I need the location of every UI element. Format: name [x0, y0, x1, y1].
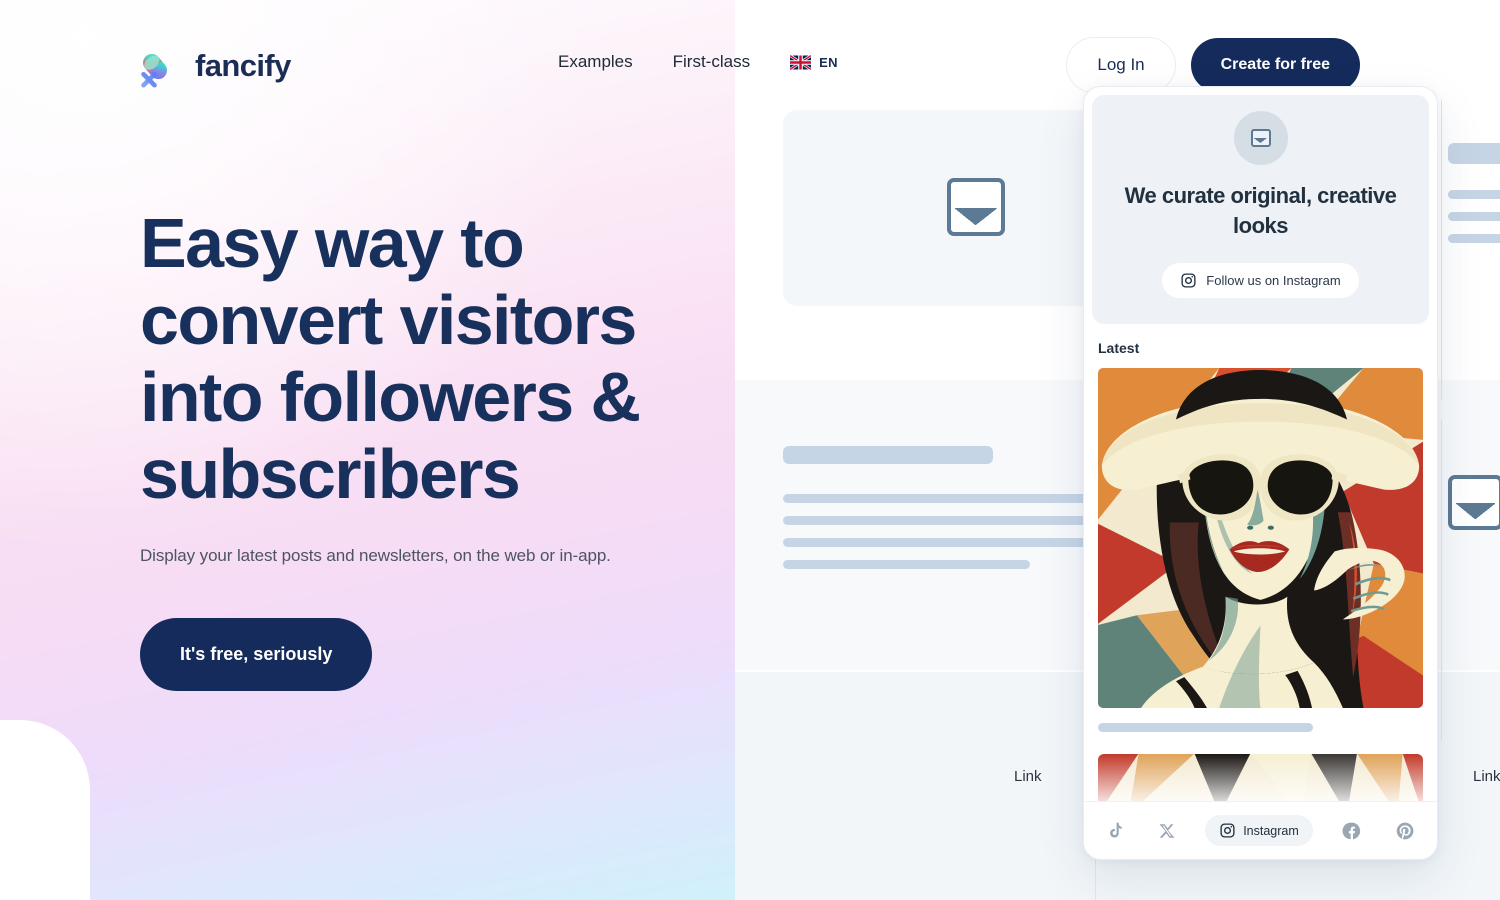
- hero-title-line: into followers &: [140, 358, 641, 436]
- tiktok-icon[interactable]: [1102, 817, 1129, 844]
- mockup-divider: [1441, 100, 1442, 400]
- nav-link-examples[interactable]: Examples: [558, 52, 633, 72]
- nav-actions: Log In Create for free: [1067, 38, 1360, 92]
- hero-subtitle: Display your latest posts and newsletter…: [140, 546, 611, 565]
- widget-feed: Latest: [1084, 324, 1437, 801]
- skeleton-line: [783, 560, 1030, 569]
- skeleton-line: [1448, 234, 1500, 243]
- brand-logo[interactable]: fancify: [138, 44, 291, 88]
- hero-title-line: subscribers: [140, 435, 521, 513]
- instagram-feed-widget: We curate original, creative looks Follo…: [1083, 86, 1438, 860]
- tiktok-glyph: [1110, 822, 1122, 838]
- skeleton-line: [1448, 190, 1500, 199]
- create-for-free-button[interactable]: Create for free: [1190, 38, 1360, 92]
- page-title: Easy way to convert visitors into follow…: [140, 205, 720, 513]
- image-placeholder-icon: [1448, 475, 1500, 530]
- widget-title: We curate original, creative looks: [1124, 183, 1397, 238]
- hero-title-line: Easy way to: [140, 204, 525, 282]
- skeleton-heading: [1448, 143, 1500, 164]
- follow-on-instagram-button[interactable]: Follow us on Instagram: [1162, 263, 1359, 298]
- fade-overlay: [1098, 754, 1423, 801]
- instagram-icon: [1220, 823, 1235, 838]
- follow-label: Follow us on Instagram: [1206, 273, 1341, 288]
- skeleton-line: [1448, 212, 1500, 221]
- instagram-tab-label: Instagram: [1243, 823, 1299, 838]
- hero-section: Easy way to convert visitors into follow…: [140, 205, 720, 691]
- x-icon[interactable]: [1154, 818, 1180, 844]
- image-placeholder-icon: [1250, 129, 1271, 147]
- nav-link-first-class[interactable]: First-class: [673, 52, 750, 72]
- pinterest-glyph: [1396, 822, 1414, 839]
- language-code: EN: [819, 54, 838, 70]
- image-placeholder-icon: [947, 178, 1005, 236]
- fancify-gradient-logo-icon: [141, 53, 168, 88]
- widget-social-bar: Instagram: [1084, 801, 1437, 859]
- hero-cta-button[interactable]: It's free, seriously: [140, 618, 373, 691]
- feed-post-image[interactable]: [1098, 368, 1423, 708]
- nav-links: Examples First-class EN: [558, 52, 838, 72]
- skeleton-caption-line: [1098, 723, 1313, 732]
- language-switcher[interactable]: EN: [790, 54, 838, 70]
- facebook-glyph: [1342, 822, 1360, 839]
- instagram-icon: [1181, 273, 1196, 288]
- brand-name: fancify: [195, 48, 291, 83]
- art-deco-illustration: [1098, 368, 1423, 708]
- instagram-tab-active[interactable]: Instagram: [1205, 815, 1313, 846]
- x-glyph: [1159, 823, 1175, 838]
- avatar: [1233, 111, 1288, 165]
- facebook-icon[interactable]: [1338, 817, 1366, 845]
- pinterest-icon[interactable]: [1391, 817, 1419, 845]
- login-button[interactable]: Log In: [1067, 38, 1175, 92]
- hero-title-line: convert visitors: [140, 281, 637, 359]
- skeleton-heading: [783, 446, 993, 464]
- page-root: Link Link fancify Examples First-class E…: [0, 0, 1500, 900]
- widget-header: We curate original, creative looks Follo…: [1092, 95, 1429, 324]
- feed-next-post-preview[interactable]: [1098, 754, 1423, 801]
- mockup-divider: [1441, 420, 1442, 740]
- latest-label: Latest: [1098, 340, 1140, 356]
- uk-flag-icon: [790, 54, 812, 70]
- mockup-link-left[interactable]: Link: [1014, 768, 1042, 785]
- mockup-link-right[interactable]: Link: [1473, 768, 1500, 785]
